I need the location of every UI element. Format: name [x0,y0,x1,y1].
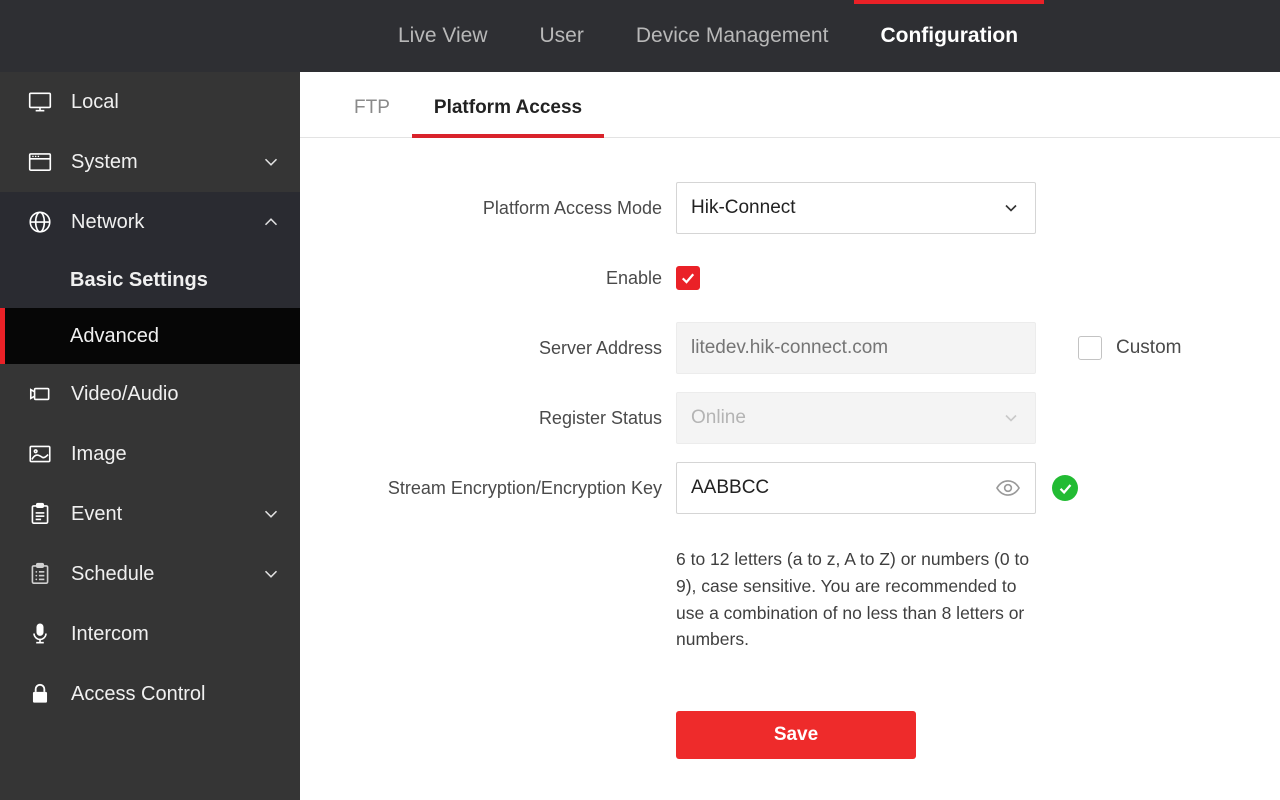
window-icon [26,148,54,176]
sidebar-submenu-network: Basic Settings Advanced [0,252,300,364]
enable-checkbox[interactable] [676,266,700,290]
sidebar-item-basic-settings[interactable]: Basic Settings [0,252,300,308]
sidebar-item-label: Network [71,210,145,233]
sidebar-item-access-control[interactable]: Access Control [0,664,300,724]
enable-label: Enable [605,268,662,288]
nav-item-label: Configuration [880,24,1019,47]
server-address-input[interactable] [691,337,1021,359]
sidebar-group-network: Network Basic Settings Advanced [0,192,300,364]
globe-icon [26,208,54,236]
platform-access-mode-select[interactable]: Hik-Connect [676,182,1036,234]
nav-item-label: Live View [398,24,488,47]
save-button[interactable]: Save [676,711,916,760]
form-row-enable: Enable [300,252,1280,304]
save-button-wrap: Save [676,653,1280,760]
encryption-key-status [1036,462,1078,514]
microphone-icon [26,620,54,648]
custom-option: Custom [1078,322,1181,374]
chevron-down-icon [1001,198,1021,218]
platform-access-form: Platform Access Mode Hik-Connect Enable … [300,138,1280,760]
top-nav-links: Live View User Device Management Configu… [372,0,1044,72]
sidebar-item-label: Intercom [71,622,149,645]
eye-icon[interactable] [995,475,1021,501]
encryption-key-hint: 6 to 12 letters (a to z, A to Z) or numb… [676,549,1030,650]
tab-label: FTP [354,97,390,118]
server-address-label: Server Address [538,338,662,358]
sidebar-item-system[interactable]: System [0,132,300,192]
sidebar-subitem-label: Basic Settings [70,268,208,291]
sidebar-item-image[interactable]: Image [0,424,300,484]
nav-item-label: User [539,24,584,47]
sidebar-item-network[interactable]: Network [0,192,300,252]
server-address-input-wrap [676,322,1036,374]
sidebar-item-label: Image [71,442,127,465]
sidebar-item-label: Schedule [71,562,155,585]
tab-platform-access[interactable]: Platform Access [411,97,605,138]
nav-item-user[interactable]: User [514,0,610,72]
chevron-up-icon [260,211,282,233]
configuration-page: Live View User Device Management Configu… [0,0,1280,800]
register-status-select: Online [676,392,1036,444]
nav-item-configuration[interactable]: Configuration [854,0,1044,72]
encryption-key-input-wrap: AABBCC [676,462,1036,514]
register-status-label: Register Status [538,408,662,428]
clipboard-list-icon [26,560,54,588]
sidebar-item-intercom[interactable]: Intercom [0,604,300,664]
tab-label: Platform Access [433,97,583,118]
sidebar-item-label: Local [71,90,119,113]
sidebar: Local System Network Basic Settings Adva… [0,72,300,800]
sidebar-item-label: Event [71,502,123,525]
sidebar-item-advanced[interactable]: Advanced [0,308,300,364]
platform-access-mode-label: Platform Access Mode [482,198,662,218]
nav-item-label: Device Management [635,24,829,47]
sidebar-item-schedule[interactable]: Schedule [0,544,300,604]
monitor-icon [26,88,54,116]
clipboard-icon [26,500,54,528]
chevron-down-icon [260,151,282,173]
enable-checkbox-row [676,252,1036,304]
form-row-server-address: Server Address Custom [300,322,1280,374]
check-icon [681,273,695,284]
server-address-field [676,322,1036,374]
sidebar-item-label: Access Control [71,682,206,705]
sidebar-item-event[interactable]: Event [0,484,300,544]
picture-icon [26,440,54,468]
sidebar-item-local[interactable]: Local [0,72,300,132]
chevron-down-icon [260,563,282,585]
sidebar-subitem-label: Advanced [70,324,159,347]
encryption-key-field: AABBCC [676,462,1036,514]
custom-checkbox[interactable] [1078,336,1102,360]
form-row-encryption-key: Stream Encryption/Encryption Key AABBCC [300,462,1280,514]
register-status-field: Online [676,392,1036,444]
nav-item-live-view[interactable]: Live View [372,0,514,72]
custom-label: Custom [1116,337,1182,358]
nav-item-device-management[interactable]: Device Management [610,0,855,72]
lock-icon [26,680,54,708]
form-row-register-status: Register Status Online [300,392,1280,444]
encryption-key-value[interactable]: AABBCC [691,477,995,499]
page-body: Local System Network Basic Settings Adva… [0,72,1280,800]
sidebar-item-label: System [71,150,138,173]
encryption-key-label: Stream Encryption/Encryption Key [387,478,662,498]
camera-icon [26,380,54,408]
sidebar-item-label: Video/Audio [71,382,179,405]
enable-field [676,252,1036,304]
chevron-down-icon [260,503,282,525]
tab-ftp[interactable]: FTP [332,97,412,137]
chevron-down-icon [1001,408,1021,428]
register-status-value: Online [691,407,746,428]
content-tabbar: FTP Platform Access [300,72,1280,138]
platform-access-mode-field: Hik-Connect [676,182,1036,234]
top-navigation-bar: Live View User Device Management Configu… [0,0,1280,72]
form-row-platform-access-mode: Platform Access Mode Hik-Connect [300,182,1280,234]
valid-check-icon [1052,475,1078,501]
sidebar-item-video-audio[interactable]: Video/Audio [0,364,300,424]
content-panel: FTP Platform Access Platform Access Mode… [300,72,1280,800]
platform-access-mode-value: Hik-Connect [691,197,796,218]
